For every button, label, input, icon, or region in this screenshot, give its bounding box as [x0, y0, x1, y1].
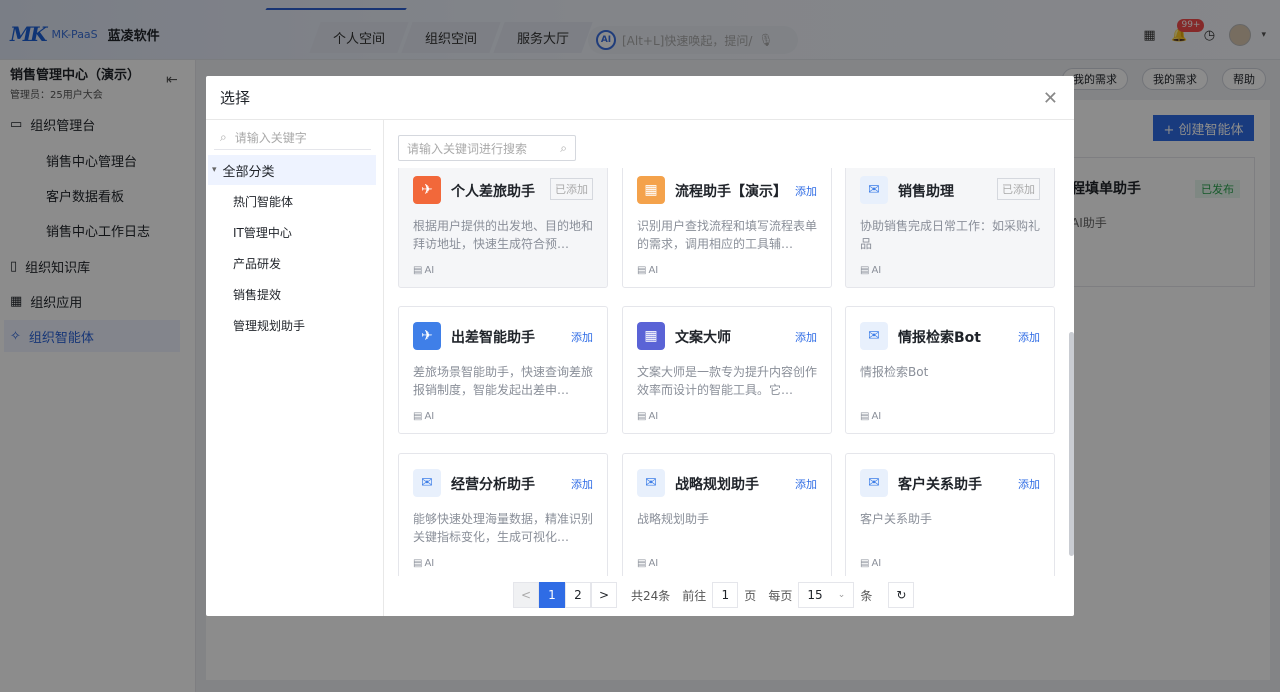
agent-card-tag: ▤ AI	[413, 558, 435, 569]
chat-icon: ✉	[637, 469, 665, 497]
agent-card[interactable]: ✉ 销售助理 已添加协助销售完成日常工作：如采购礼品 ▤ AI	[845, 168, 1055, 288]
agent-card[interactable]: ✉ 客户关系助手 添加 客户关系助手 ▤ AI	[845, 453, 1055, 576]
agent-card-tag: ▤ AI	[413, 265, 435, 276]
dialog-title: 选择	[220, 89, 251, 107]
search-icon[interactable]: ⌕	[560, 141, 567, 156]
agent-panel: 请输入关键词进行搜索 ⌕ ✈ 个人差旅助手 已添加 根据用户提供的出发地、目的地和拜访…	[385, 120, 1074, 616]
doc-icon: ▤	[860, 411, 870, 422]
doc-icon: ▤	[860, 265, 870, 276]
grid-icon: ▦	[637, 322, 665, 350]
agent-search-input[interactable]: 请输入关键词进行搜索 ⌕	[398, 135, 576, 161]
agent-card-name: 文案大师	[675, 330, 731, 346]
caret-down-icon: ▾	[212, 165, 217, 175]
chat-icon: ✉	[860, 176, 888, 204]
prev-page-button[interactable]: <	[513, 582, 539, 608]
category-item-rd[interactable]: 产品研发	[233, 255, 281, 272]
plane-icon: ✈	[413, 176, 441, 204]
page-unit: 页	[744, 588, 757, 603]
agent-card-name: 战略规划助手	[675, 477, 759, 493]
doc-icon: ▤	[413, 411, 423, 422]
agent-card-name: 情报检索Bot	[898, 330, 981, 346]
tree-root-all[interactable]: ▾ 全部分类	[208, 155, 376, 185]
agent-card[interactable]: ▦ 流程助手【演示】 添加识别用户查找流程和填写流程表单的需求，调用相应的工具辅… ▤…	[622, 168, 832, 288]
refresh-icon[interactable]: ↻	[888, 582, 915, 608]
agent-card-desc: 根据用户提供的出发地、目的地和拜访地址，快速生成符合预…	[413, 219, 594, 251]
add-button[interactable]: 添加	[795, 183, 817, 199]
agent-card[interactable]: ✉ 经营分析助手 添加能够快速处理海量数据，精准识别关键指标变化，生成可视化… ▤ AI	[398, 453, 608, 576]
doc-icon: ▤	[860, 558, 870, 569]
goto-page-input[interactable]: 1	[712, 582, 739, 608]
category-search-placeholder: 请输入关键字	[234, 131, 307, 145]
grid-icon: ▦	[637, 176, 665, 204]
agent-card-desc: 能够快速处理海量数据，精准识别关键指标变化，生成可视化…	[413, 512, 594, 544]
agent-card[interactable]: ✉ 情报检索Bot 添加 情报检索Bot ▤ AI	[845, 306, 1055, 434]
category-item-hot[interactable]: 热门智能体	[233, 193, 293, 210]
agent-card[interactable]: ✈ 个人差旅助手 已添加根据用户提供的出发地、目的地和拜访地址，快速生成符合预… ▤ A…	[398, 168, 608, 288]
chat-icon: ✉	[413, 469, 441, 497]
per-page-label: 每页	[768, 588, 793, 603]
agent-card-desc: 文案大师是一款专为提升内容创作效率而设计的智能工具。它…	[637, 365, 818, 397]
add-button[interactable]: 添加	[795, 476, 817, 492]
category-panel: ⌕ 请输入关键字 ▾ 全部分类 热门智能体 IT管理中心 产品研发 销售提效 管…	[206, 120, 384, 616]
agent-card-desc: 识别用户查找流程和填写流程表单的需求，调用相应的工具辅…	[637, 219, 818, 251]
per-page-unit: 条	[860, 588, 873, 603]
agent-grid: ✈ 个人差旅助手 已添加 根据用户提供的出发地、目的地和拜访地址，快速生成符合预… ▤ A…	[385, 168, 1065, 576]
agent-card-name: 客户关系助手	[898, 477, 982, 493]
close-icon[interactable]: ✕	[1043, 88, 1058, 109]
agent-card-name: 流程助手【演示】	[675, 184, 787, 200]
agent-card-name: 销售助理	[898, 184, 954, 200]
next-page-button[interactable]: >	[591, 582, 617, 608]
plane-icon: ✈	[413, 322, 441, 350]
agent-card-tag: ▤ AI	[637, 411, 659, 422]
agent-card-desc: 战略规划助手	[637, 512, 710, 526]
doc-icon: ▤	[637, 558, 647, 569]
agent-card-desc: 客户关系助手	[860, 512, 933, 526]
agent-card[interactable]: ▦ 文案大师 添加文案大师是一款专为提升内容创作效率而设计的智能工具。它… ▤ AI	[622, 306, 832, 434]
add-button[interactable]: 添加	[1018, 476, 1040, 492]
add-button[interactable]: 添加	[571, 476, 593, 492]
agent-card-name: 出差智能助手	[451, 330, 535, 346]
category-item-planning[interactable]: 管理规划助手	[233, 317, 305, 334]
agent-card-name: 经营分析助手	[451, 477, 535, 493]
pagination: < 1 2 > 共24条 前往 1 页 每页 15 ⌄ 条 ↻	[513, 582, 915, 608]
dialog-header: 选择	[206, 76, 1074, 120]
page-2-button[interactable]: 2	[565, 582, 591, 608]
add-button[interactable]: 添加	[1018, 329, 1040, 345]
doc-icon: ▤	[413, 265, 423, 276]
chat-icon: ✉	[860, 469, 888, 497]
agent-card-tag: ▤ AI	[860, 265, 882, 276]
agent-card-tag: ▤ AI	[637, 558, 659, 569]
agent-card-tag: ▤ AI	[860, 558, 882, 569]
category-item-it[interactable]: IT管理中心	[233, 224, 292, 241]
total-count: 共24条	[631, 588, 671, 603]
add-button[interactable]: 添加	[571, 329, 593, 345]
agent-card-tag: ▤ AI	[637, 265, 659, 276]
agent-card[interactable]: ✈ 出差智能助手 添加差旅场景智能助手，快速查询差旅报销制度，智能发起出差申… ▤ AI	[398, 306, 608, 434]
agent-card[interactable]: ✉ 战略规划助手 添加 战略规划助手 ▤ AI	[622, 453, 832, 576]
agent-card-tag: ▤ AI	[413, 411, 435, 422]
per-page-select[interactable]: 15 ⌄	[798, 582, 855, 608]
category-item-sales[interactable]: 销售提效	[233, 286, 281, 303]
page-1-button[interactable]: 1	[539, 582, 565, 608]
doc-icon: ▤	[637, 411, 647, 422]
category-search-input[interactable]: ⌕ 请输入关键字	[214, 126, 371, 150]
doc-icon: ▤	[413, 558, 423, 569]
agent-card-desc: 协助销售完成日常工作：如采购礼品	[860, 219, 1041, 251]
select-dialog: 选择 ✕ ⌕ 请输入关键字 ▾ 全部分类 热门智能体 IT管理中心 产品研发 销…	[206, 76, 1074, 616]
doc-icon: ▤	[637, 265, 647, 276]
added-label: 已添加	[997, 178, 1040, 200]
add-button[interactable]: 添加	[795, 329, 817, 345]
agent-card-desc: 差旅场景智能助手，快速查询差旅报销制度，智能发起出差申…	[413, 365, 594, 397]
added-label: 已添加	[550, 178, 593, 200]
agent-card-name: 个人差旅助手	[451, 184, 535, 200]
chevron-down-icon: ⌄	[837, 590, 846, 600]
search-icon: ⌕	[220, 130, 227, 144]
scrollbar[interactable]	[1069, 332, 1074, 556]
goto-label: 前往	[682, 588, 707, 603]
agent-card-tag: ▤ AI	[860, 411, 882, 422]
agent-search-placeholder: 请输入关键词进行搜索	[407, 141, 528, 156]
chat-icon: ✉	[860, 322, 888, 350]
agent-card-desc: 情报检索Bot	[860, 365, 929, 379]
